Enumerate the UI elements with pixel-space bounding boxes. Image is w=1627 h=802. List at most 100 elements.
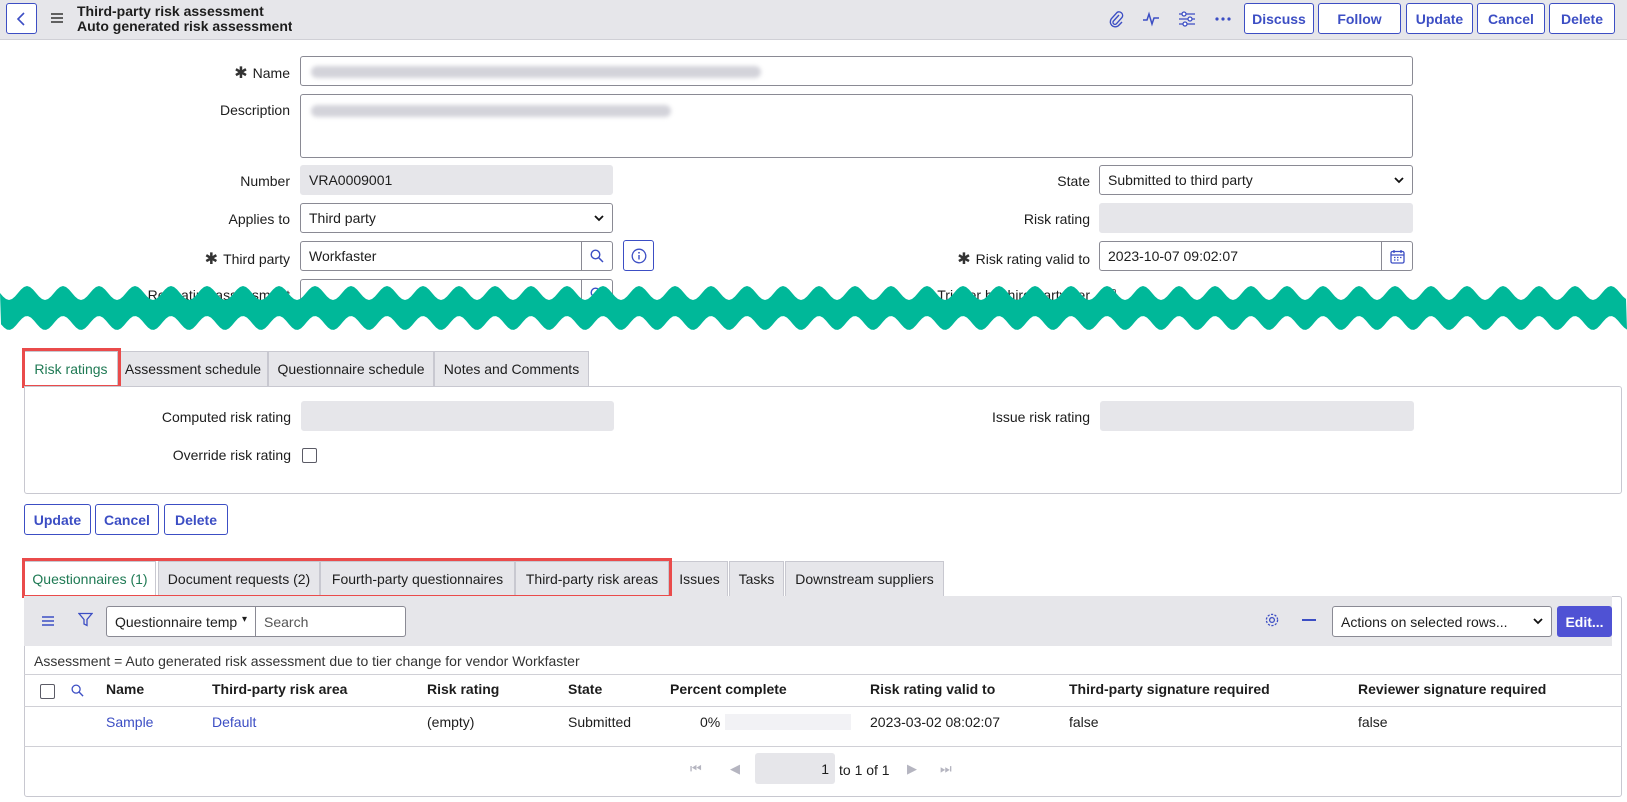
chevron-down-icon bbox=[594, 215, 604, 222]
calendar-icon bbox=[1389, 249, 1405, 264]
column-header-percent[interactable]: Percent complete bbox=[670, 681, 787, 697]
collapse-icon[interactable] bbox=[1302, 619, 1316, 621]
tab-document-requests[interactable]: Document requests (2) bbox=[158, 561, 320, 596]
more-icon[interactable] bbox=[1212, 8, 1234, 30]
prev-page-icon[interactable]: ◀ bbox=[730, 761, 740, 777]
computed-risk-field bbox=[301, 401, 614, 431]
delete-button[interactable]: Delete bbox=[1549, 3, 1615, 34]
row-risk-area-link[interactable]: Default bbox=[212, 714, 256, 730]
override-risk-label: Override risk rating bbox=[172, 447, 291, 463]
description-field[interactable] bbox=[300, 94, 1413, 158]
redacted-text bbox=[311, 105, 671, 117]
follow-button[interactable]: Follow bbox=[1318, 3, 1401, 34]
delete-button[interactable]: Delete bbox=[164, 504, 228, 535]
next-page-icon[interactable]: ▶ bbox=[907, 761, 917, 777]
name-label: ✱ Name bbox=[234, 65, 290, 82]
activity-icon[interactable] bbox=[1140, 8, 1162, 30]
chevron-down-icon bbox=[1533, 618, 1543, 625]
edit-button[interactable]: Edit... bbox=[1557, 606, 1612, 637]
select-all-checkbox[interactable] bbox=[40, 684, 55, 699]
cancel-button[interactable]: Cancel bbox=[95, 504, 159, 535]
risk-valid-label: ✱ Risk rating valid to bbox=[957, 251, 1090, 268]
name-field[interactable] bbox=[300, 56, 1413, 86]
search-field-select[interactable]: Questionnaire temp ▾ bbox=[106, 606, 256, 637]
back-button[interactable] bbox=[6, 3, 37, 34]
number-field: VRA0009001 bbox=[300, 165, 613, 195]
column-header-tp-signature[interactable]: Third-party signature required bbox=[1069, 681, 1270, 697]
divider bbox=[24, 706, 1622, 707]
tab-questionnaires[interactable]: Questionnaires (1) bbox=[24, 561, 156, 596]
tab-questionnaire-schedule[interactable]: Questionnaire schedule bbox=[268, 351, 434, 386]
tab-third-party-risk-areas[interactable]: Third-party risk areas bbox=[515, 561, 669, 596]
page-input[interactable]: 1 bbox=[755, 753, 835, 784]
row-risk-rating: (empty) bbox=[427, 714, 475, 730]
list-menu-icon[interactable] bbox=[41, 614, 55, 630]
chevron-left-icon bbox=[16, 11, 25, 26]
menu-icon[interactable] bbox=[49, 10, 65, 26]
applies-to-label: Applies to bbox=[228, 211, 290, 227]
risk-rating-field bbox=[1099, 203, 1413, 233]
actions-select[interactable]: Actions on selected rows... bbox=[1332, 606, 1552, 637]
gear-icon[interactable] bbox=[1264, 612, 1280, 631]
chevron-down-icon bbox=[1394, 177, 1404, 184]
column-header-risk-rating[interactable]: Risk rating bbox=[427, 681, 499, 697]
tab-assessment-schedule[interactable]: Assessment schedule bbox=[118, 351, 268, 386]
row-name-link[interactable]: Sample bbox=[106, 714, 153, 730]
state-select[interactable]: Submitted to third party bbox=[1099, 165, 1413, 195]
third-party-lookup-button[interactable] bbox=[582, 241, 613, 271]
first-page-icon[interactable]: ⏮ bbox=[690, 761, 702, 777]
record-title: Third-party risk assessment Auto generat… bbox=[77, 4, 292, 34]
filter-icon[interactable] bbox=[77, 612, 94, 630]
list-toolbar: Questionnaire temp ▾ Search Actions on s… bbox=[24, 596, 1612, 646]
risk-ratings-panel: Computed risk rating Override risk ratin… bbox=[24, 386, 1622, 494]
record-display-name: Auto generated risk assessment due to ti… bbox=[77, 18, 292, 34]
divider bbox=[24, 674, 1622, 675]
description-label: Description bbox=[219, 102, 290, 118]
last-page-icon[interactable]: ⏭ bbox=[940, 761, 952, 777]
column-search-icon[interactable] bbox=[71, 684, 84, 700]
discuss-button[interactable]: Discuss bbox=[1244, 3, 1314, 34]
applies-to-select[interactable]: Third party bbox=[300, 203, 613, 233]
search-field-value: Questionnaire temp bbox=[115, 613, 238, 630]
tab-tasks[interactable]: Tasks bbox=[729, 561, 784, 596]
list-search-input[interactable]: Search bbox=[256, 606, 406, 637]
record-type-label: Third-party risk assessment bbox=[77, 4, 264, 19]
actions-select-value: Actions on selected rows... bbox=[1341, 613, 1508, 630]
computed-risk-label: Computed risk rating bbox=[161, 409, 291, 425]
list-breadcrumb[interactable]: Assessment = Auto generated risk assessm… bbox=[34, 653, 580, 669]
divider bbox=[24, 746, 1622, 747]
row-tp-signature: false bbox=[1069, 714, 1099, 730]
tab-downstream-suppliers[interactable]: Downstream suppliers bbox=[785, 561, 944, 596]
tab-notes-comments[interactable]: Notes and Comments bbox=[434, 351, 589, 386]
update-button[interactable]: Update bbox=[24, 504, 91, 535]
cancel-button[interactable]: Cancel bbox=[1477, 3, 1545, 34]
tab-risk-ratings[interactable]: Risk ratings bbox=[24, 351, 118, 386]
pagination-text: to 1 of 1 bbox=[839, 762, 890, 778]
redacted-text bbox=[311, 66, 761, 78]
settings-sliders-icon[interactable] bbox=[1176, 8, 1198, 30]
column-header-reviewer-signature[interactable]: Reviewer signature required bbox=[1358, 681, 1546, 697]
override-risk-checkbox[interactable] bbox=[302, 448, 317, 463]
risk-rating-label: Risk rating bbox=[1023, 211, 1090, 227]
paperclip-icon[interactable] bbox=[1105, 8, 1127, 30]
column-header-risk-area[interactable]: Third-party risk area bbox=[212, 681, 347, 697]
progress-bar bbox=[725, 714, 851, 730]
column-header-valid-to[interactable]: Risk rating valid to bbox=[870, 681, 995, 697]
date-picker-button[interactable] bbox=[1382, 241, 1413, 271]
tab-issues[interactable]: Issues bbox=[671, 561, 728, 596]
caret-down-icon: ▾ bbox=[241, 614, 247, 625]
row-state: Submitted bbox=[568, 714, 632, 730]
row-reviewer-signature: false bbox=[1358, 714, 1388, 730]
required-icon: ✱ bbox=[234, 65, 248, 82]
third-party-field[interactable]: Workfaster bbox=[300, 241, 582, 271]
column-header-name[interactable]: Name bbox=[106, 681, 144, 697]
third-party-info-button[interactable] bbox=[623, 240, 654, 271]
info-icon bbox=[631, 248, 646, 263]
required-icon: ✱ bbox=[204, 251, 219, 268]
tab-fourth-party-questionnaires[interactable]: Fourth-party questionnaires bbox=[320, 561, 515, 596]
third-party-label: ✱ Third party bbox=[204, 251, 290, 268]
column-header-state[interactable]: State bbox=[568, 681, 602, 697]
risk-valid-field[interactable]: 2023-10-07 09:02:07 bbox=[1099, 241, 1382, 271]
form-header: Third-party risk assessment Auto generat… bbox=[0, 0, 1627, 40]
update-button[interactable]: Update bbox=[1406, 3, 1473, 34]
